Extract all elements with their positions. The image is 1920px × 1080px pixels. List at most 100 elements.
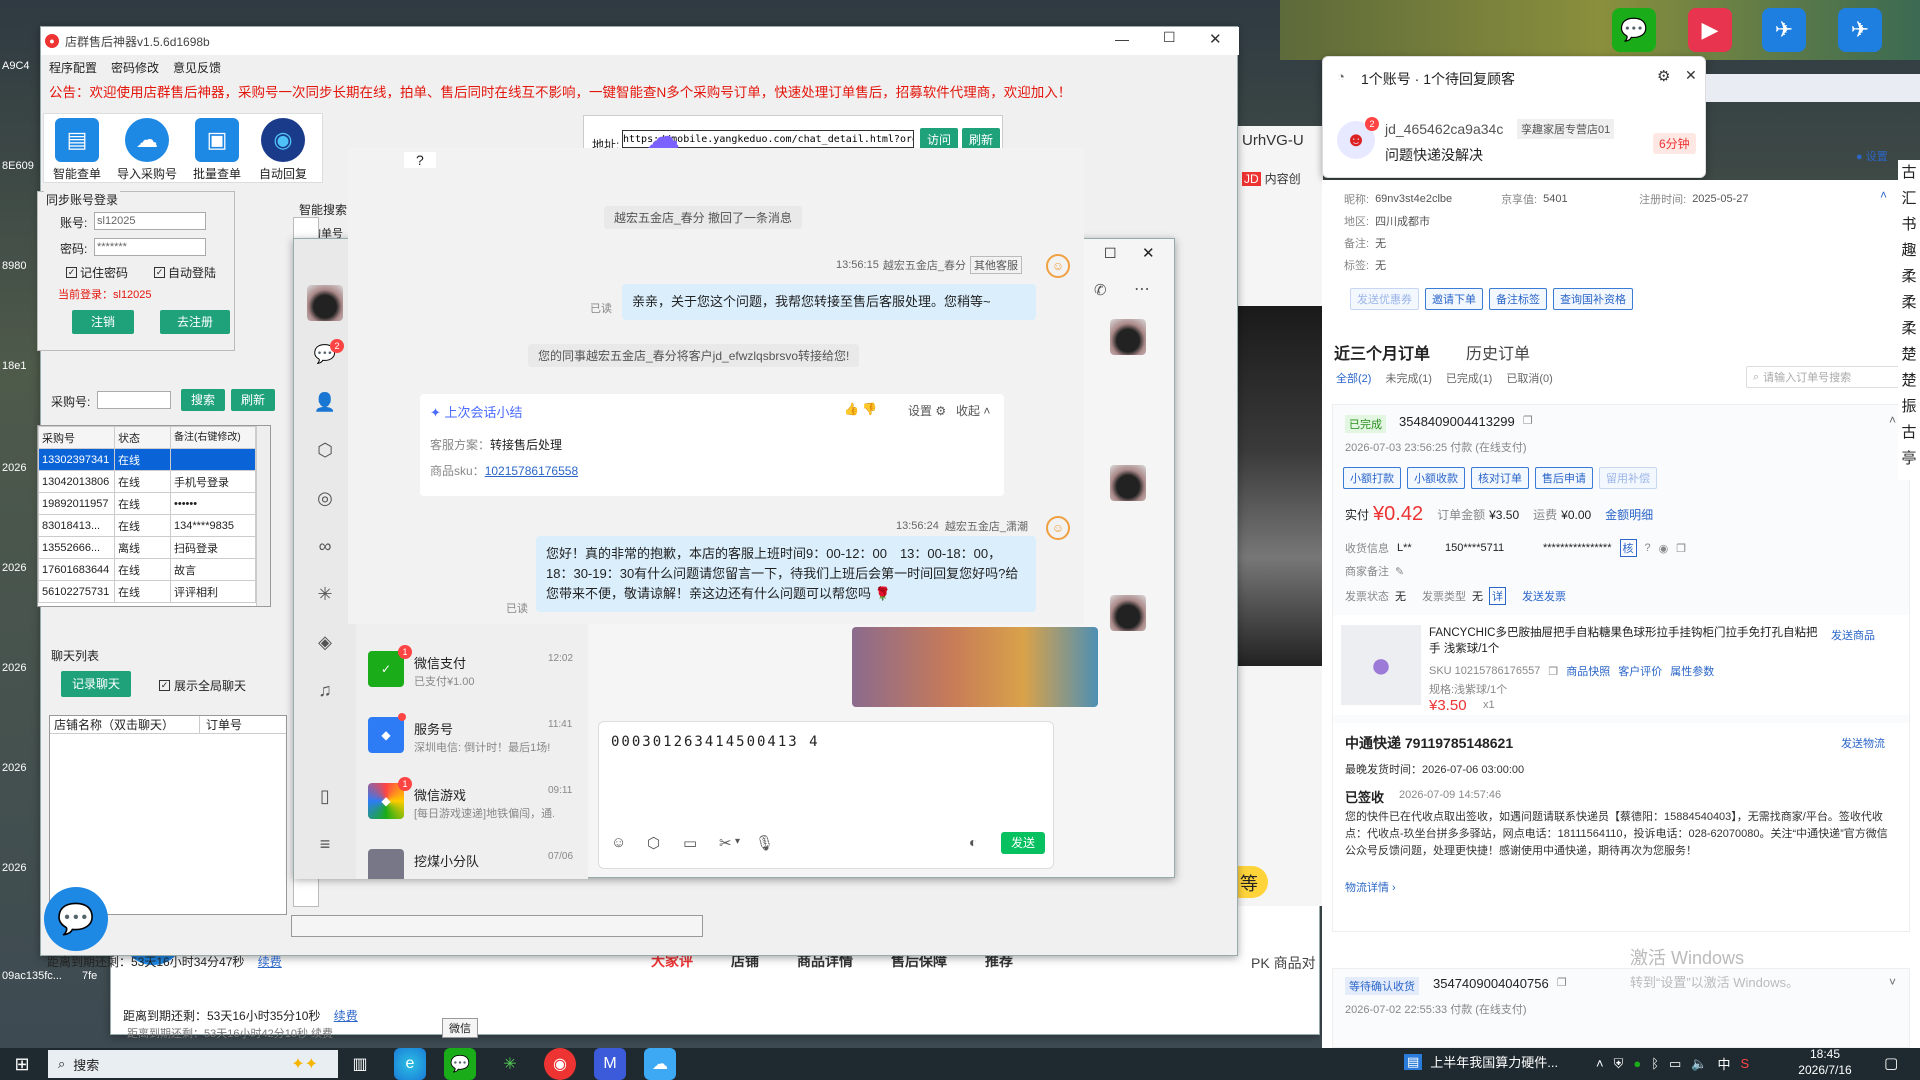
desktop-label[interactable]: A9C4 (2, 60, 30, 72)
list-item[interactable]: ◆ 服务号 深圳电信: 倒计时！最后1场! 11:41 (362, 709, 592, 763)
desktop-label[interactable]: 2026 (2, 862, 26, 874)
remember-password-checkbox[interactable]: ✓ 记住密码 (66, 264, 128, 281)
menu-icon[interactable]: ≡ (312, 831, 338, 857)
menu-program-config[interactable]: 程序配置 (49, 59, 97, 76)
map-image[interactable] (852, 627, 1098, 707)
auto-login-checkbox[interactable]: ✓ 自动登陆 (154, 264, 216, 281)
purchase-search-button[interactable]: 搜索 (181, 389, 225, 411)
logistics-detail-link[interactable]: 物流详情 › (1345, 879, 1396, 895)
copy-icon[interactable]: ❐ (1548, 665, 1558, 678)
desktop-label[interactable]: 2026 (2, 762, 26, 774)
bluetooth-icon[interactable]: ᛒ (1651, 1056, 1659, 1071)
help-icon[interactable]: ? (1645, 542, 1651, 554)
chat-col-shop[interactable]: 店铺名称（双击聊天） (50, 716, 200, 733)
edge-icon[interactable]: e (394, 1048, 426, 1080)
channels-icon[interactable]: ∞ (312, 533, 338, 559)
wechat-close-button[interactable]: ✕ (1142, 244, 1155, 262)
app-blue-icon-1[interactable]: ✈ (1762, 8, 1806, 52)
sticker-icon[interactable]: ⬡ (647, 834, 660, 852)
col-header[interactable]: 采购号 (38, 426, 115, 449)
menu-password-change[interactable]: 密码修改 (111, 59, 159, 76)
panel-settings[interactable]: ● 设置 (1856, 148, 1888, 164)
desktop-label[interactable]: 09ac135fc... (2, 970, 62, 982)
app-red-icon[interactable]: ◉ (544, 1048, 576, 1080)
collapse-chevron-icon[interactable]: ˄ (1889, 413, 1896, 427)
taskbar-clock[interactable]: 18:45 2026/7/16 (1790, 1046, 1860, 1078)
desktop-label[interactable]: 18e1 (2, 360, 26, 372)
tab-recent-orders[interactable]: 近三个月订单 (1334, 340, 1430, 364)
wechat-tray-icon[interactable]: ● (1633, 1056, 1641, 1071)
order-number[interactable]: 3547409004040756 (1433, 976, 1549, 991)
menu-feedback[interactable]: 意见反馈 (173, 59, 221, 76)
shield-icon[interactable]: ⛨ (1614, 1056, 1624, 1072)
copy-icon[interactable]: ❐ (1557, 976, 1567, 989)
copy-icon[interactable]: ❐ (1523, 414, 1533, 427)
collapse-chevron-icon[interactable]: ˄ (1880, 188, 1887, 202)
mic-icon[interactable]: 🎙 (755, 834, 774, 852)
tool-import-account[interactable]: ☁ 导入采购号 (112, 118, 182, 182)
show-all-chat-checkbox[interactable]: ✓ 展示全局聊天 (159, 677, 246, 694)
moments-icon[interactable]: ◎ (312, 485, 338, 511)
table-row[interactable]: 19892011957 在线 •••••• (38, 492, 256, 515)
send-product-link[interactable]: 发送商品 (1831, 627, 1875, 643)
filter-done[interactable]: 已完成(1) (1446, 370, 1492, 386)
wechat-maximize-button[interactable]: ☐ (1104, 245, 1117, 262)
app-s-icon[interactable]: S (1741, 1056, 1750, 1071)
product-thumbnail[interactable]: ● (1341, 625, 1421, 705)
invoice-detail[interactable]: 详 (1489, 587, 1506, 605)
snapshot-link[interactable]: 商品快照 (1566, 663, 1610, 679)
logout-button[interactable]: 注销 (72, 310, 134, 334)
list-item[interactable]: 挖煤小分队 07/06 (362, 841, 592, 879)
account-input[interactable] (94, 212, 206, 230)
send-invoice-link[interactable]: 发送发票 (1522, 588, 1566, 604)
eye-icon[interactable]: ◉ (1659, 542, 1669, 555)
phone-icon[interactable]: ▯ (312, 783, 338, 809)
table-row[interactable]: 83018413... 在线 134****9835 (38, 514, 256, 537)
desktop-label[interactable]: 7fe (82, 970, 97, 982)
aftersale-button[interactable]: 售后申请 (1535, 467, 1593, 489)
close-button[interactable]: ✕ (1209, 30, 1222, 48)
back-renew-link[interactable]: 续费 (334, 1009, 358, 1023)
desktop-label[interactable]: 8980 (2, 260, 26, 272)
table-row[interactable]: 56102275731 在线 评评相利 (38, 580, 256, 603)
voice-icon[interactable]: ◐ (969, 834, 977, 850)
desktop-label[interactable]: 2026 (2, 562, 26, 574)
desktop-label[interactable]: 2026 (2, 662, 26, 674)
folder-icon[interactable]: ▭ (683, 834, 697, 852)
chat-float-button[interactable]: 💬 (44, 887, 108, 951)
col-header[interactable]: 状态 (114, 426, 171, 449)
discover-icon[interactable]: ✳ (312, 581, 338, 607)
filter-cancel[interactable]: 已取消(0) (1506, 370, 1552, 386)
app-green-icon[interactable]: ✳ (494, 1048, 526, 1080)
wechat-icon[interactable]: 💬 (444, 1048, 476, 1080)
small-payout-button[interactable]: 小额打款 (1343, 467, 1401, 489)
volume-icon[interactable]: 🔈 (1691, 1056, 1707, 1072)
app-red-icon[interactable]: ▶ (1688, 8, 1732, 52)
msg1-bubble[interactable]: 亲亲，关于您这个问题，我帮您转接至售后客服处理。您稍等~ (622, 284, 1036, 320)
col-header[interactable]: 备注(右键修改) (170, 426, 256, 449)
table-row[interactable]: 13302397341 在线 (38, 448, 256, 471)
taskbar-search[interactable]: ⌕ 搜索 ✦✦ (48, 1050, 338, 1078)
taskbar-news[interactable]: ▤ 上半年我国算力硬件... (1404, 1052, 1558, 1071)
purchase-refresh-button[interactable]: 刷新 (231, 389, 275, 411)
expand-chevron-icon[interactable]: ˅ (1889, 975, 1896, 989)
table-row[interactable]: 17601683644 在线 故言 (38, 558, 256, 581)
invite-order-button[interactable]: 邀请下单 (1425, 288, 1483, 310)
maximize-button[interactable]: ☐ (1163, 29, 1176, 46)
small-collect-button[interactable]: 小额收款 (1407, 467, 1465, 489)
renew-link[interactable]: 续费 (258, 955, 282, 969)
subsidy-check-button[interactable]: 查询国补资格 (1553, 288, 1633, 310)
summary-settings[interactable]: 设置 ⚙ (908, 402, 946, 419)
tool-auto-reply[interactable]: ◉ 自动回复 (252, 118, 314, 182)
desktop-label[interactable]: 8E609 (2, 160, 34, 172)
verify-order-button[interactable]: 核对订单 (1471, 467, 1529, 489)
filter-pending[interactable]: 未完成(1) (1385, 370, 1431, 386)
amount-detail-link[interactable]: 金额明细 (1605, 506, 1653, 523)
network-icon[interactable]: ▭ (1669, 1056, 1681, 1072)
minimize-button[interactable]: — (1115, 31, 1129, 47)
windows-start-icon[interactable]: ⊞ (10, 1052, 34, 1076)
list-item[interactable]: ✓ 1 微信支付 已支付¥1.00 12:02 (362, 643, 592, 697)
notification-close-icon[interactable]: ✕ (1685, 67, 1697, 84)
filter-all[interactable]: 全部(2) (1336, 370, 1371, 386)
purchase-input[interactable] (97, 391, 171, 409)
